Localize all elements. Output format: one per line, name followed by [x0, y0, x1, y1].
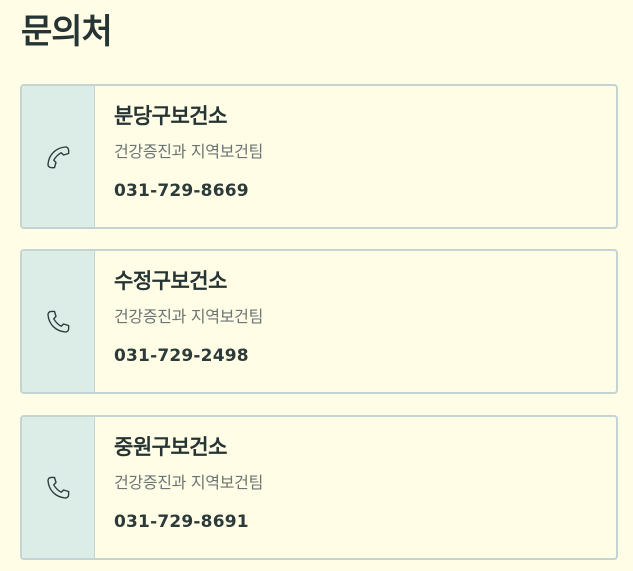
facility-name: 중원구보건소 — [114, 435, 227, 459]
icon-panel — [22, 417, 95, 558]
icon-panel — [22, 251, 95, 392]
phone-icon[interactable] — [43, 307, 73, 337]
phone-icon[interactable] — [43, 142, 73, 172]
card-body: 수정구보건소 건강증진과 지역보건팀 031-729-2498 — [95, 251, 263, 392]
department-name: 건강증진과 지역보건팀 — [114, 142, 263, 161]
phone-number-link[interactable]: 031-729-8691 — [114, 511, 263, 533]
department-name: 건강증진과 지역보건팀 — [114, 473, 263, 492]
facility-name: 분당구보건소 — [114, 104, 227, 128]
phone-number-link[interactable]: 031-729-2498 — [114, 345, 263, 367]
contact-card-jungwon: 중원구보건소 건강증진과 지역보건팀 031-729-8691 — [20, 415, 618, 560]
phone-icon[interactable] — [43, 473, 73, 503]
contact-card-sujeong: 수정구보건소 건강증진과 지역보건팀 031-729-2498 — [20, 249, 618, 394]
page-title: 문의처 — [21, 12, 113, 52]
phone-number-link[interactable]: 031-729-8669 — [114, 180, 263, 202]
icon-panel — [22, 86, 95, 227]
card-body: 중원구보건소 건강증진과 지역보건팀 031-729-8691 — [95, 417, 263, 558]
facility-name: 수정구보건소 — [114, 269, 227, 293]
department-name: 건강증진과 지역보건팀 — [114, 307, 263, 326]
card-body: 분당구보건소 건강증진과 지역보건팀 031-729-8669 — [95, 86, 263, 227]
contact-card-bundang: 분당구보건소 건강증진과 지역보건팀 031-729-8669 — [20, 84, 618, 229]
